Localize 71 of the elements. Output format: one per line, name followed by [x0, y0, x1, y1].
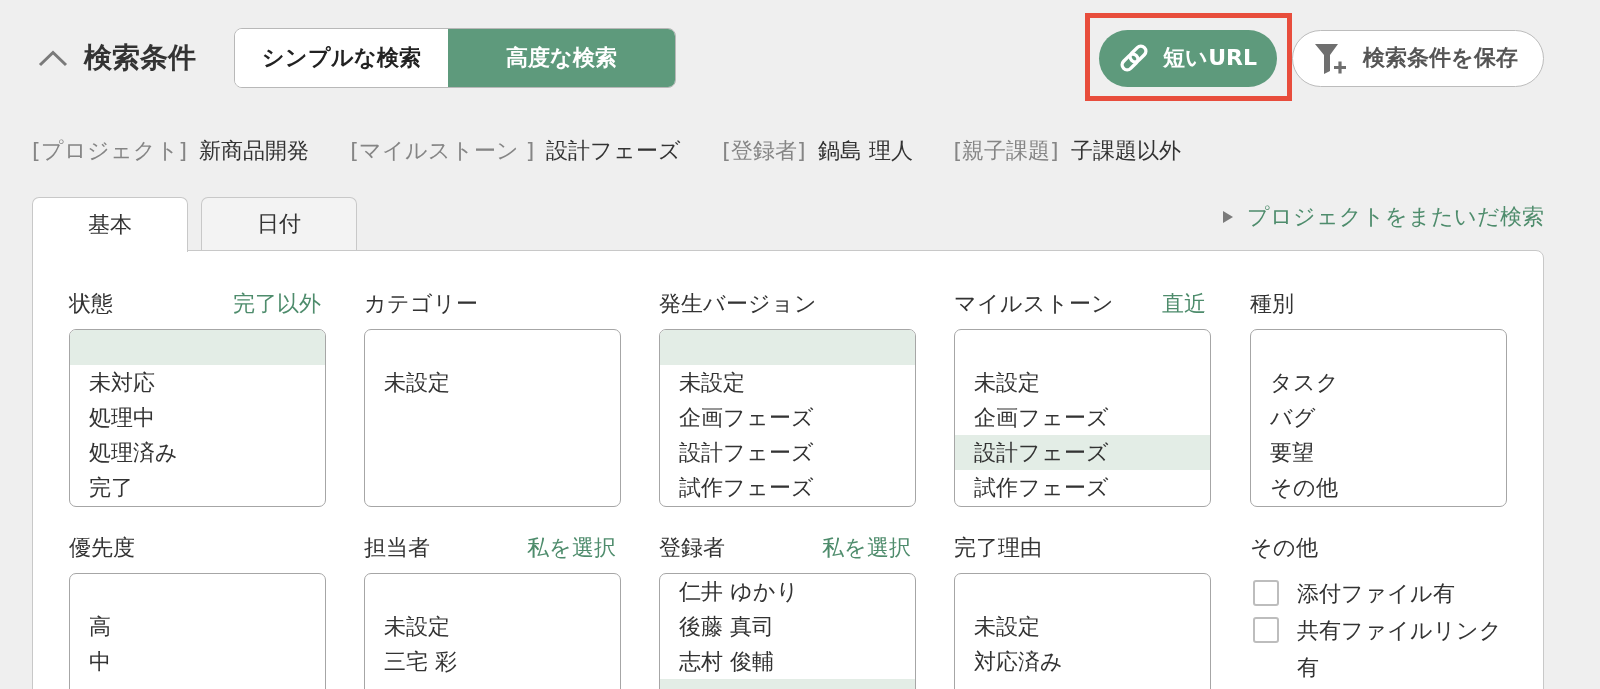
select-list[interactable]: 未対応 処理中 処理済み 完了 [68, 328, 326, 507]
list-option[interactable]: 三宅 彩 [364, 643, 620, 679]
field-label: 状態 [68, 289, 113, 318]
field-label: 優先度 [68, 533, 135, 562]
field-label: 登録者 [659, 533, 725, 562]
field-label: 発生バージョン [659, 289, 817, 318]
quick-select-link[interactable]: 完了以外 [232, 288, 321, 319]
list-option[interactable]: 設計フェーズ [955, 434, 1211, 470]
list-option[interactable]: 未対応 [69, 364, 325, 400]
checkbox[interactable] [1252, 580, 1279, 606]
filter-label: [プロジェクト] [32, 137, 188, 165]
list-option[interactable]: 試作フェーズ [660, 469, 915, 505]
filter-label: [登録者] [722, 137, 806, 165]
quick-select-link[interactable]: 直近 [1162, 288, 1207, 319]
select-list[interactable]: 未設定 企画フェーズ 設計フェーズ 試作フェーズ [954, 328, 1212, 507]
field-label: 完了理由 [954, 533, 1043, 562]
list-option[interactable]: 企画フェーズ [660, 399, 915, 435]
field-label: マイルストーン [954, 289, 1115, 318]
list-option[interactable]: 完了 [69, 469, 325, 505]
list-option[interactable]: その他 [1250, 469, 1506, 505]
select-list[interactable]: 未設定 三宅 彩 [363, 572, 621, 689]
list-option[interactable]: 未設定 [660, 364, 915, 400]
list-option[interactable]: 要望 [1250, 434, 1506, 470]
list-option[interactable]: 仁井 ゆかり [660, 573, 915, 609]
list-option[interactable] [660, 329, 915, 365]
section-title: 検索条件 [84, 40, 196, 76]
list-option[interactable]: 未設定 [364, 608, 620, 644]
list-option[interactable]: 未設定 [364, 364, 620, 400]
list-option[interactable]: 企画フェーズ [955, 399, 1211, 435]
chevron-up-icon[interactable] [38, 49, 68, 67]
caret-right-icon [1223, 211, 1233, 223]
filter-value: 子課題以外 [1070, 137, 1181, 165]
tab[interactable]: 基本 [32, 197, 188, 252]
filter-value: 設計フェーズ [546, 137, 682, 165]
checkbox[interactable] [1252, 617, 1279, 643]
list-option[interactable]: タスク [1250, 364, 1506, 400]
checkbox-label: 共有ファイルリンク有 [1296, 616, 1503, 682]
list-option[interactable]: 中 [69, 643, 325, 679]
list-option[interactable]: 試作フェーズ [955, 469, 1211, 505]
list-option[interactable]: 未設定 [955, 608, 1211, 644]
list-option[interactable]: バグ [1250, 399, 1506, 435]
filter-plus-icon [1313, 41, 1347, 75]
filter-label: [親子課題] [953, 137, 1059, 165]
filter-value: 鍋島 理人 [817, 137, 913, 165]
select-list[interactable]: 高 中 [68, 572, 326, 689]
save-search-button[interactable]: 検索条件を保存 [1292, 29, 1544, 87]
field-label: 担当者 [363, 533, 430, 562]
select-list[interactable]: 未設定 企画フェーズ 設計フェーズ 試作フェーズ [659, 328, 916, 507]
list-option[interactable]: 志村 俊輔 [660, 643, 915, 679]
filter-value: 新商品開発 [199, 137, 310, 165]
select-list[interactable]: 仁井 ゆかり 後藤 真司 志村 俊輔 [659, 572, 916, 689]
field-label: 種別 [1249, 289, 1294, 318]
list-option[interactable]: 後藤 真司 [660, 608, 915, 644]
cross-project-search-link[interactable]: プロジェクトをまたいだ検索 [1223, 202, 1544, 232]
field-label: カテゴリー [363, 289, 478, 318]
tab[interactable]: 日付 [201, 197, 357, 250]
select-list[interactable]: 未設定 対応済み [954, 572, 1212, 689]
quick-select-link[interactable]: 私を選択 [822, 532, 911, 563]
checkbox-label: 添付ファイル有 [1296, 579, 1455, 608]
filter-label: [マイルストーン ] [350, 137, 535, 165]
quick-select-link[interactable]: 私を選択 [526, 532, 616, 563]
list-option[interactable]: 対応済み [955, 643, 1211, 679]
list-option[interactable]: 高 [69, 608, 325, 644]
list-option[interactable]: 処理中 [69, 399, 325, 435]
list-option[interactable]: 設計フェーズ [660, 434, 915, 470]
list-option[interactable]: 処理済み [69, 434, 325, 470]
field-label: その他 [1249, 533, 1318, 562]
select-list[interactable]: 未設定 [363, 328, 621, 507]
list-option[interactable]: 未設定 [955, 364, 1211, 400]
select-list[interactable]: タスク バグ 要望 その他 [1249, 328, 1507, 507]
list-option[interactable] [69, 329, 325, 365]
